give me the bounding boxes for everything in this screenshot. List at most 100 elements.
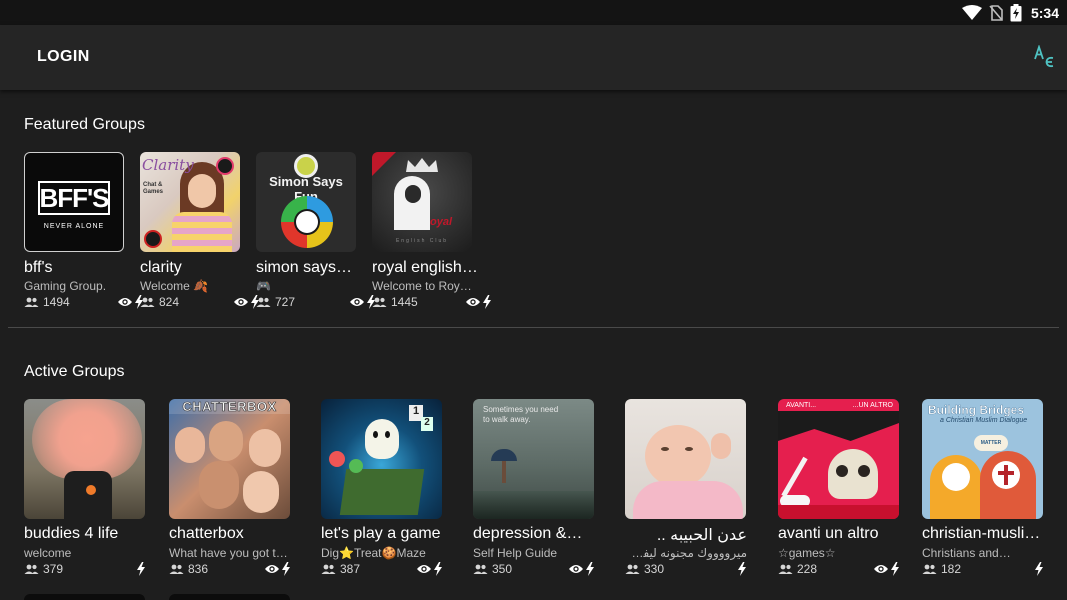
battery-charging-icon xyxy=(1010,4,1022,22)
group-thumbnail-partial[interactable] xyxy=(24,594,145,600)
login-button[interactable]: LOGIN xyxy=(37,48,90,66)
group-indicators xyxy=(568,562,595,576)
eye-icon xyxy=(417,565,431,573)
group-meta: 824 xyxy=(140,295,260,309)
thumbnail-subtext: Chat & Games xyxy=(143,182,164,195)
members-icon xyxy=(473,564,488,574)
member-count: 387 xyxy=(340,562,361,576)
eye-icon xyxy=(874,565,888,573)
active-group-tile[interactable]: buddies 4 life welcome 379 xyxy=(24,399,164,576)
member-count: 379 xyxy=(43,562,64,576)
group-indicators xyxy=(264,562,291,576)
thumbnail-text: CHATTERBOX xyxy=(169,399,290,414)
group-meta: 727 xyxy=(256,295,376,309)
members-icon xyxy=(24,564,39,574)
active-group-tile[interactable]: Building Bridges a Christian Muslim Dial… xyxy=(922,399,1062,576)
group-name: clarity xyxy=(140,259,182,276)
group-name: depression &… xyxy=(473,525,583,542)
group-thumbnail: BFF'S NEVER ALONE xyxy=(24,152,124,252)
active-group-tile[interactable]: عدن الحبيبه .. ميرووووك مجنونه ليفل 13… … xyxy=(625,399,765,576)
eye-icon xyxy=(265,565,279,573)
active-groups-title: Active Groups xyxy=(24,363,125,380)
lightning-icon xyxy=(282,562,290,576)
member-count: 1494 xyxy=(43,295,70,309)
group-description: Welcome to Roy… xyxy=(372,279,472,293)
member-count: 727 xyxy=(275,295,296,309)
active-group-tile[interactable]: CHATTERBOX chatterbox What have you got … xyxy=(169,399,309,576)
group-description: Gaming Group. xyxy=(24,279,107,293)
group-name: royal english… xyxy=(372,259,478,276)
group-meta: 228 xyxy=(778,562,900,576)
member-count: 824 xyxy=(159,295,180,309)
featured-group-tile[interactable]: oyal English Club royal english… Welcome… xyxy=(372,152,512,312)
group-name: bff's xyxy=(24,259,53,276)
group-meta: 182 xyxy=(922,562,1044,576)
active-group-tile[interactable]: Sometimes you need to walk away. depress… xyxy=(473,399,613,576)
group-thumbnail: Sometimes you need to walk away. xyxy=(473,399,594,519)
member-count: 330 xyxy=(644,562,665,576)
members-icon xyxy=(372,297,387,307)
crown-icon xyxy=(406,158,438,172)
lightning-icon xyxy=(483,295,491,309)
group-indicators xyxy=(136,562,146,576)
group-thumbnail: oyal English Club xyxy=(372,152,472,252)
thumbnail-text: oyal xyxy=(430,216,453,228)
group-name: chatterbox xyxy=(169,525,244,542)
active-group-tile[interactable]: AVANTI... ...UN ALTRO avanti un altro ☆g… xyxy=(778,399,918,576)
members-icon xyxy=(922,564,937,574)
group-thumbnail: Clarity Chat & Games xyxy=(140,152,240,252)
eye-icon xyxy=(234,298,248,306)
group-meta: 1494 xyxy=(24,295,144,309)
eye-icon xyxy=(350,298,364,306)
member-count: 836 xyxy=(188,562,209,576)
no-sim-icon xyxy=(989,5,1003,21)
group-meta: 330 xyxy=(625,562,747,576)
group-description: welcome xyxy=(24,546,72,560)
status-bar: 5:34 xyxy=(0,0,1067,25)
group-thumbnail: Simon Says Fun xyxy=(256,152,356,252)
members-icon xyxy=(140,297,155,307)
group-indicators xyxy=(1034,562,1044,576)
group-name: avanti un altro xyxy=(778,525,879,542)
group-description: ميرووووك مجنونه ليفل 13… xyxy=(625,546,747,560)
lightning-icon xyxy=(1035,562,1043,576)
group-indicators xyxy=(873,562,900,576)
active-group-tile[interactable]: 1 2 let's play a game Dig⭐Treat🍪Maze 387 xyxy=(321,399,461,576)
thumbnail-text: BFF'S xyxy=(39,183,109,213)
thumbnail-text: Building Bridges xyxy=(928,403,1024,417)
group-thumbnail: 1 2 xyxy=(321,399,442,519)
lightning-icon xyxy=(137,562,145,576)
featured-groups-title: Featured Groups xyxy=(24,116,145,133)
group-thumbnail-partial[interactable] xyxy=(169,594,290,600)
group-meta: 379 xyxy=(24,562,146,576)
section-divider xyxy=(8,327,1059,328)
translate-icon[interactable] xyxy=(1033,45,1055,69)
member-count: 350 xyxy=(492,562,513,576)
group-meta: 1445 xyxy=(372,295,492,309)
eye-icon xyxy=(118,298,132,306)
app-bar: LOGIN xyxy=(0,25,1067,90)
group-name: let's play a game xyxy=(321,525,441,542)
wifi-icon xyxy=(961,5,982,20)
group-meta: 350 xyxy=(473,562,595,576)
thumbnail-text: AVANTI... xyxy=(786,402,817,409)
member-count: 182 xyxy=(941,562,962,576)
members-icon xyxy=(321,564,336,574)
group-description: ☆games☆ xyxy=(778,546,836,560)
member-count: 1445 xyxy=(391,295,418,309)
members-icon xyxy=(169,564,184,574)
lightning-icon xyxy=(738,562,746,576)
group-meta: 387 xyxy=(321,562,443,576)
group-name: buddies 4 life xyxy=(24,525,119,542)
group-name: simon says… xyxy=(256,259,353,276)
group-thumbnail xyxy=(24,399,145,519)
members-icon xyxy=(256,297,271,307)
member-count: 228 xyxy=(797,562,818,576)
members-icon xyxy=(24,297,39,307)
group-indicators xyxy=(416,562,443,576)
group-thumbnail: Building Bridges a Christian Muslim Dial… xyxy=(922,399,1043,519)
eye-icon xyxy=(466,298,480,306)
group-thumbnail xyxy=(625,399,746,519)
group-name: عدن الحبيبه .. xyxy=(656,527,747,544)
group-description: 🎮 xyxy=(256,279,271,293)
